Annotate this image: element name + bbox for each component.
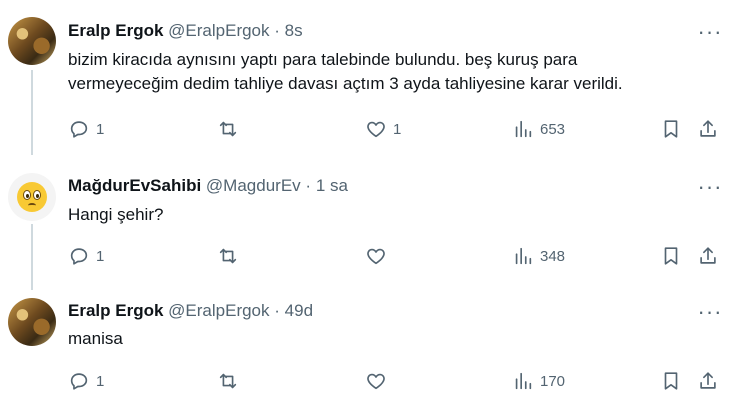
like-icon: [365, 118, 387, 140]
display-name[interactable]: Eralp Ergok: [68, 21, 163, 40]
reply-count: 1: [96, 120, 105, 138]
share-button[interactable]: [697, 369, 719, 393]
like-button[interactable]: [365, 244, 393, 268]
tweet-header: Eralp Ergok @EralpErgok · 8s: [68, 20, 303, 42]
tweet-text: manisa: [68, 327, 123, 351]
worried-face-icon: [17, 182, 47, 212]
view-count: 170: [540, 372, 566, 390]
reply-button[interactable]: 1: [68, 117, 104, 141]
tweet-actions: 1 170: [0, 369, 730, 393]
tweet[interactable]: Eralp Ergok @EralpErgok · 49d ··· manisa…: [0, 290, 730, 420]
bookmark-button[interactable]: [660, 117, 682, 141]
tweet-text: Hangi şehir?: [68, 203, 163, 227]
more-icon: ···: [697, 19, 723, 44]
reply-icon: [68, 245, 90, 267]
views-button[interactable]: 170: [512, 369, 565, 393]
tweet-actions: 1 1 653: [0, 117, 730, 141]
tweet-text: bizim kiracıda aynısını yaptı para taleb…: [68, 48, 623, 96]
more-options-button[interactable]: ···: [697, 174, 723, 199]
timestamp[interactable]: 8s: [285, 21, 303, 40]
tweet-text-line: vermeyeceğim dedim tahliye davası açtım …: [68, 74, 623, 93]
tweet-actions: 1 348: [0, 244, 730, 268]
avatar[interactable]: [8, 298, 56, 346]
share-button[interactable]: [697, 244, 719, 268]
reply-icon: [68, 118, 90, 140]
display-name[interactable]: MağdurEvSahibi: [68, 176, 201, 195]
share-icon: [697, 370, 719, 392]
handle[interactable]: @MagdurEv: [206, 176, 301, 195]
separator: ·: [274, 301, 280, 320]
retweet-button[interactable]: [217, 117, 245, 141]
handle[interactable]: @EralpErgok: [168, 301, 269, 320]
avatar[interactable]: [8, 173, 56, 221]
bookmark-icon: [660, 245, 682, 267]
like-button[interactable]: 1: [365, 117, 401, 141]
views-button[interactable]: 653: [512, 117, 565, 141]
retweet-icon: [217, 245, 239, 267]
tweet[interactable]: Eralp Ergok @EralpErgok · 8s ··· bizim k…: [0, 0, 730, 160]
like-count: 1: [393, 120, 402, 138]
view-count: 348: [540, 247, 566, 265]
more-icon: ···: [697, 299, 723, 324]
tweet-text-line: bizim kiracıda aynısını yaptı para taleb…: [68, 50, 578, 69]
reply-thread: Eralp Ergok @EralpErgok · 8s ··· bizim k…: [0, 0, 730, 420]
reply-count: 1: [96, 372, 105, 390]
timestamp[interactable]: 1 sa: [316, 176, 348, 195]
tweet-text-line: manisa: [68, 329, 123, 348]
retweet-button[interactable]: [217, 244, 245, 268]
reply-button[interactable]: 1: [68, 369, 104, 393]
tweet[interactable]: MağdurEvSahibi @MagdurEv · 1 sa ··· Hang…: [0, 160, 730, 290]
timestamp[interactable]: 49d: [285, 301, 313, 320]
views-icon: [512, 118, 534, 140]
more-icon: ···: [697, 174, 723, 199]
separator: ·: [274, 21, 280, 40]
bookmark-button[interactable]: [660, 244, 682, 268]
reply-button[interactable]: 1: [68, 244, 104, 268]
share-icon: [697, 245, 719, 267]
retweet-icon: [217, 370, 239, 392]
more-options-button[interactable]: ···: [697, 19, 723, 44]
like-icon: [365, 370, 387, 392]
display-name[interactable]: Eralp Ergok: [68, 301, 163, 320]
handle[interactable]: @EralpErgok: [168, 21, 269, 40]
separator: ·: [305, 176, 312, 195]
more-options-button[interactable]: ···: [697, 299, 723, 324]
avatar[interactable]: [8, 17, 56, 65]
tweet-text-line: Hangi şehir?: [68, 205, 164, 224]
share-button[interactable]: [697, 117, 719, 141]
reply-icon: [68, 370, 90, 392]
retweet-button[interactable]: [217, 369, 245, 393]
bookmark-icon: [660, 118, 682, 140]
views-icon: [512, 245, 534, 267]
tweet-header: MağdurEvSahibi @MagdurEv · 1 sa: [68, 175, 348, 197]
like-button[interactable]: [365, 369, 393, 393]
tweet-header: Eralp Ergok @EralpErgok · 49d: [68, 300, 313, 322]
share-icon: [697, 118, 719, 140]
retweet-icon: [217, 118, 239, 140]
views-icon: [512, 370, 534, 392]
bookmark-button[interactable]: [660, 369, 682, 393]
views-button[interactable]: 348: [512, 244, 565, 268]
bookmark-icon: [660, 370, 682, 392]
view-count: 653: [540, 120, 566, 138]
reply-count: 1: [96, 247, 105, 265]
like-icon: [365, 245, 387, 267]
